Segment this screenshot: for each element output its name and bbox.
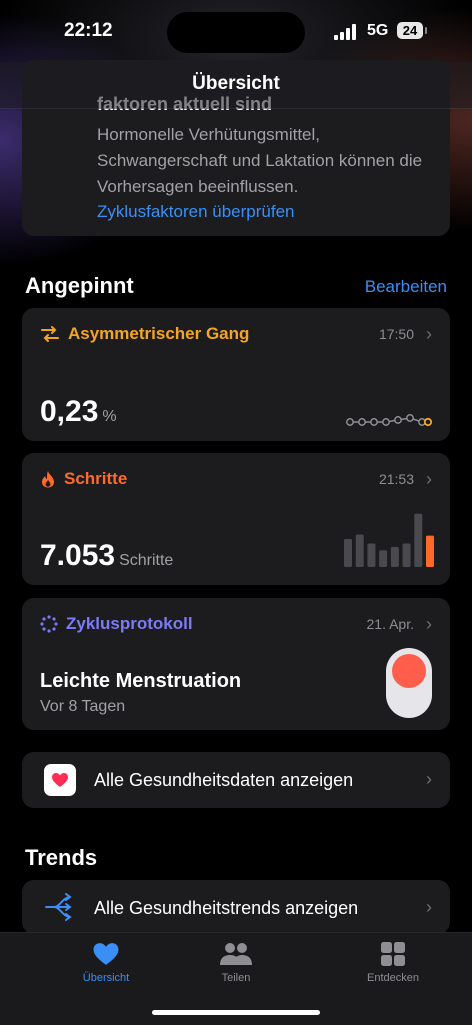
all-trends-row[interactable]: Alle Gesundheitstrends anzeigen › <box>22 880 450 934</box>
gait-value-number: 0,23 <box>40 395 99 428</box>
tab-overview[interactable]: Übersicht <box>46 941 166 984</box>
steps-bar <box>390 546 399 567</box>
gait-point <box>394 416 402 424</box>
cycle-icon <box>40 615 58 633</box>
cycle-date: 21. Apr. <box>366 616 414 632</box>
gait-sparkline <box>346 414 433 427</box>
menstruation-indicator <box>386 648 432 718</box>
cycle-title-label: Zyklusprotokoll <box>66 614 193 633</box>
navigation-bar: Übersicht <box>0 62 472 109</box>
tab-discover[interactable]: Entdecken <box>333 941 453 984</box>
status-time: 22:12 <box>64 20 113 41</box>
chevron-right-icon: › <box>426 324 432 344</box>
tab-overview-label: Übersicht <box>82 972 130 984</box>
health-app-icon <box>44 764 76 796</box>
gait-value: 0,23% <box>40 395 117 429</box>
tab-share-label: Teilen <box>221 972 251 984</box>
chevron-right-icon: › <box>426 769 432 789</box>
network-label: 5G <box>367 22 389 39</box>
steps-bar <box>344 539 352 567</box>
home-indicator <box>152 1010 320 1015</box>
all-trends-label: Alle Gesundheitstrends anzeigen <box>94 898 359 918</box>
steps-title: Schritte <box>40 469 127 489</box>
gait-point <box>406 414 414 422</box>
gait-point <box>346 418 354 426</box>
gait-point <box>370 418 378 426</box>
grid-icon <box>381 942 405 966</box>
steps-bar <box>379 550 388 567</box>
cycle-entry: Leichte Menstruation <box>40 670 242 692</box>
steps-bar-chart <box>344 513 434 567</box>
steps-bar <box>367 543 376 567</box>
gait-title: Asymmetrischer Gang <box>40 324 249 344</box>
steps-unit: Schritte <box>119 552 174 569</box>
heart-icon <box>93 943 119 965</box>
steps-title-label: Schritte <box>64 469 128 488</box>
steps-bar <box>355 534 364 567</box>
heart-icon <box>52 773 68 787</box>
all-health-data-row[interactable]: Alle Gesundheitsdaten anzeigen › <box>22 752 450 808</box>
page-title: Übersicht <box>192 73 280 94</box>
trends-icon <box>45 893 72 921</box>
battery-icon: 24 <box>397 22 427 39</box>
gait-title-label: Asymmetrischer Gang <box>68 324 250 343</box>
steps-value: 7.053 Schritte <box>40 539 173 573</box>
cycle-ago: Vor 8 Tagen <box>40 698 126 715</box>
pinned-title: Angepinnt <box>25 273 134 298</box>
steps-card[interactable]: Schritte 21:53 › 7.053 Schritte <box>22 453 450 585</box>
steps-bar <box>414 513 423 567</box>
factors-description: Hormonelle Verhütungsmittel, Schwangersc… <box>97 125 423 196</box>
signal-icon <box>334 24 360 40</box>
flame-icon <box>42 471 54 488</box>
dynamic-island <box>167 12 305 53</box>
edit-button[interactable]: Bearbeiten <box>365 277 447 297</box>
tab-discover-label: Entdecken <box>367 972 419 984</box>
steps-bar <box>402 543 411 567</box>
people-icon <box>220 943 252 965</box>
steps-time: 21:53 <box>378 471 414 487</box>
chevron-right-icon: › <box>426 469 432 489</box>
status-bar: 22:12 5G 24 <box>0 0 472 62</box>
arrows-icon <box>41 326 59 342</box>
gait-time: 17:50 <box>378 326 414 342</box>
chevron-right-icon: › <box>426 614 432 634</box>
cycle-title: Zyklusprotokoll <box>40 614 193 634</box>
tab-share[interactable]: Teilen <box>176 941 296 984</box>
cycle-log-card[interactable]: Zyklusprotokoll 21. Apr. › Leichte Menst… <box>22 598 450 730</box>
gait-point <box>358 418 366 426</box>
steps-value-number: 7.053 <box>40 539 116 572</box>
all-health-data-label: Alle Gesundheitsdaten anzeigen <box>94 770 354 790</box>
chevron-right-icon: › <box>426 897 432 917</box>
trends-title: Trends <box>25 845 98 870</box>
steps-bar <box>426 535 434 567</box>
gait-card[interactable]: Asymmetrischer Gang 17:50 › 0,23% <box>22 308 450 441</box>
gait-point <box>382 418 390 426</box>
menstruation-dot <box>392 654 426 688</box>
review-factors-link[interactable]: Zyklusfaktoren überprüfen <box>97 202 295 222</box>
gait-point-latest <box>423 417 433 427</box>
gait-unit: % <box>102 408 117 425</box>
